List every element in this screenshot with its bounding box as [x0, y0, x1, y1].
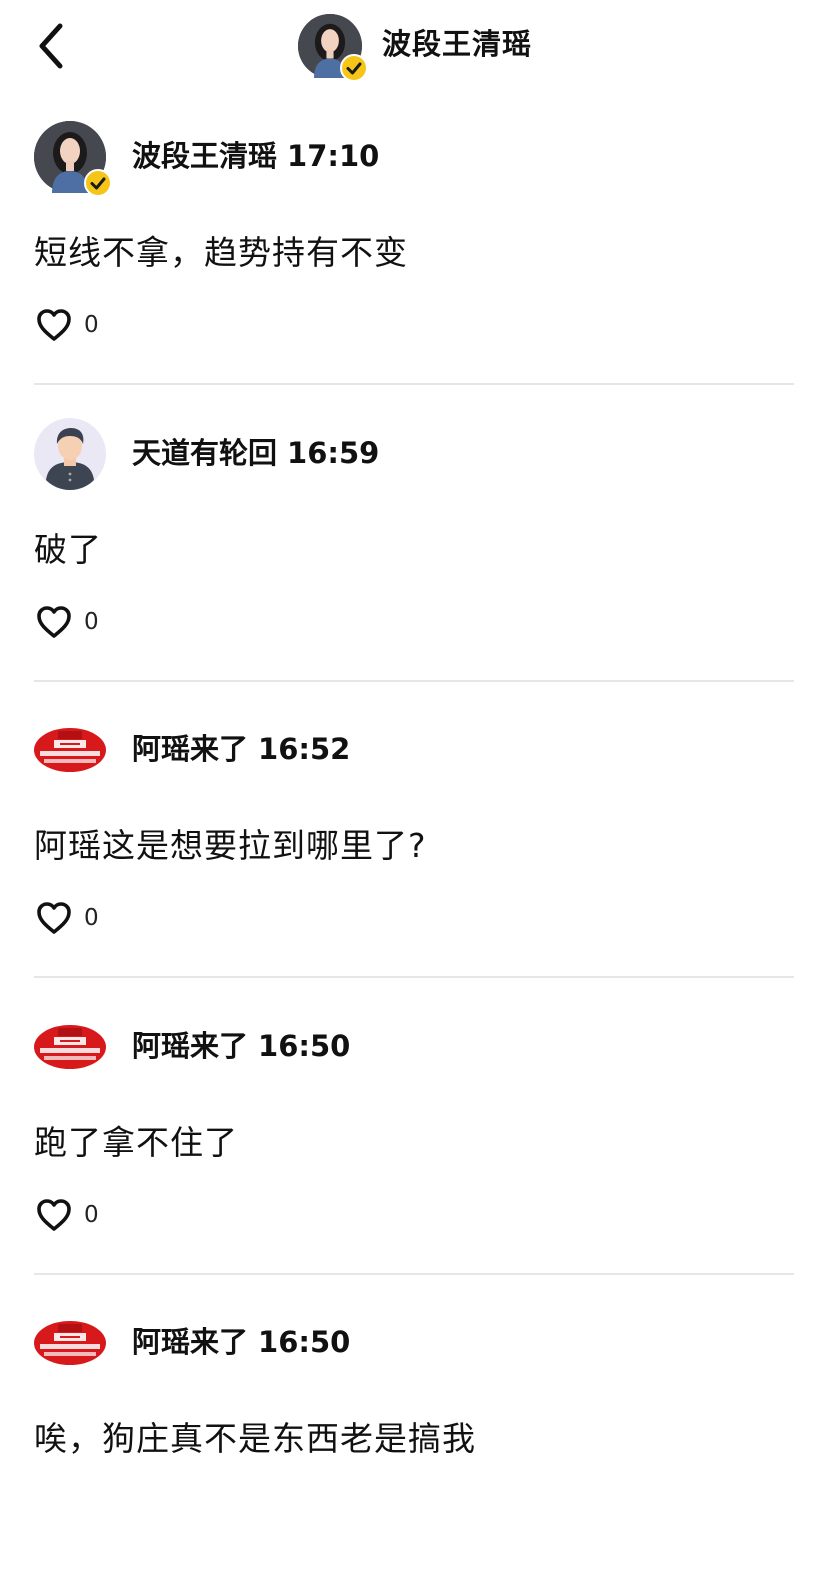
- like-count: 0: [84, 608, 99, 635]
- comment-time: 16:50: [258, 1028, 351, 1063]
- heart-icon: [36, 901, 72, 935]
- author-avatar[interactable]: [34, 1011, 106, 1083]
- author-name[interactable]: 阿瑶来了: [132, 1029, 248, 1063]
- comment-meta: 天道有轮回 16:59: [132, 431, 379, 475]
- comment-text: 跑了拿不住了: [34, 1122, 238, 1162]
- red-banner-icon: [34, 714, 106, 786]
- author-name[interactable]: 阿瑶来了: [132, 1325, 248, 1359]
- like-count: 0: [84, 905, 99, 931]
- red-banner-icon: [34, 1011, 106, 1083]
- comment-time: 17:10: [287, 139, 380, 173]
- like-button[interactable]: 0: [36, 601, 99, 643]
- comment-item: 天道有轮回 16:59 破了 0: [0, 401, 828, 698]
- author-name[interactable]: 阿瑶来了: [132, 732, 248, 766]
- comment-text: 唉，狗庄真不是东西老是搞我: [34, 1419, 476, 1458]
- comment-time: 16:50: [258, 1325, 351, 1359]
- page-title: 波段王清瑶: [382, 27, 533, 61]
- comment-list: 波段王清瑶 17:10 短线不拿，趋势持有不变 0 天道有轮回 16:59 破了 0…: [0, 104, 828, 1587]
- back-button[interactable]: [26, 18, 76, 74]
- comment-item: 阿瑶来了 16:50 唉，狗庄真不是东西老是搞我: [0, 1290, 828, 1587]
- verified-badge-icon: [84, 169, 112, 197]
- default-person-icon: [34, 418, 106, 490]
- comment-time: 16:59: [287, 435, 380, 470]
- comment-meta: 阿瑶来了 16:50: [132, 1320, 350, 1364]
- comment-item: 阿瑶来了 16:52 阿瑶这是想要拉到哪里了? 0: [0, 697, 828, 994]
- heart-icon: [36, 1198, 72, 1232]
- heart-icon: [36, 605, 72, 639]
- comment-meta: 阿瑶来了 16:50: [132, 1024, 350, 1068]
- red-banner-icon: [34, 1307, 106, 1379]
- author-name[interactable]: 天道有轮回: [132, 436, 277, 470]
- comment-text: 破了: [34, 529, 102, 569]
- author-name[interactable]: 波段王清瑶: [132, 139, 277, 173]
- like-button[interactable]: 0: [36, 897, 99, 939]
- author-avatar[interactable]: [34, 1307, 106, 1379]
- header-avatar[interactable]: [298, 14, 362, 78]
- author-avatar[interactable]: [34, 121, 106, 193]
- comment-time: 16:52: [258, 732, 351, 766]
- comment-item: 阿瑶来了 16:50 跑了拿不住了 0: [0, 994, 828, 1291]
- top-bar: 波段王清瑶: [0, 0, 828, 92]
- comment-meta: 波段王清瑶 17:10: [132, 134, 379, 178]
- like-count: 0: [84, 312, 99, 338]
- like-button[interactable]: 0: [36, 1194, 99, 1236]
- author-avatar[interactable]: [34, 418, 106, 490]
- chevron-left-icon: [39, 23, 63, 69]
- like-count: 0: [84, 1201, 99, 1228]
- like-button[interactable]: 0: [36, 304, 99, 346]
- comment-text: 阿瑶这是想要拉到哪里了?: [34, 826, 427, 865]
- comment-meta: 阿瑶来了 16:52: [132, 727, 350, 771]
- comment-text: 短线不拿，趋势持有不变: [34, 233, 408, 272]
- verified-badge-icon: [340, 54, 368, 82]
- heart-icon: [36, 308, 72, 342]
- comment-item: 波段王清瑶 17:10 短线不拿，趋势持有不变 0: [0, 104, 828, 401]
- author-avatar[interactable]: [34, 714, 106, 786]
